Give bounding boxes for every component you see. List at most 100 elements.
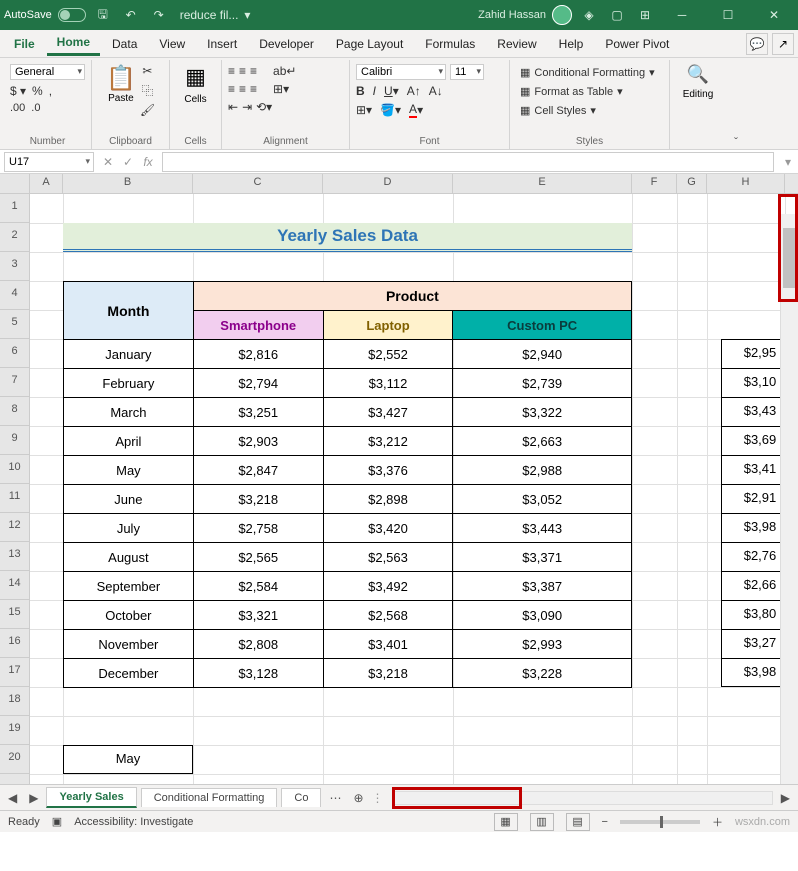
data-cell[interactable]: $2,563 (323, 543, 453, 572)
zoom-in-icon[interactable]: ＋ (712, 814, 723, 830)
indent-right-icon[interactable]: ⇥ (242, 100, 252, 114)
paste-icon[interactable]: 📋 (106, 64, 136, 93)
menu-view[interactable]: View (149, 33, 195, 55)
horizontal-scrollbar[interactable] (392, 791, 773, 805)
sheet-title[interactable]: Yearly Sales Data (63, 223, 632, 252)
col-header-B[interactable]: B (63, 174, 193, 193)
row-header-16[interactable]: 16 (0, 629, 29, 658)
row-header-11[interactable]: 11 (0, 484, 29, 513)
data-cell[interactable]: $3,228 (453, 659, 632, 688)
laptop-header[interactable]: Laptop (323, 311, 453, 340)
cells-label[interactable]: Cells (184, 94, 206, 105)
enter-formula-icon[interactable]: ✓ (118, 152, 138, 172)
smartphone-header[interactable]: Smartphone (193, 311, 323, 340)
currency-icon[interactable]: $ ▾ (10, 84, 26, 98)
save-icon[interactable]: 🖫 (92, 4, 114, 26)
row-header-4[interactable]: 4 (0, 281, 29, 310)
share-icon[interactable]: ↗ (772, 33, 794, 55)
tab-nav-next[interactable]: ▶ (25, 791, 42, 805)
paste-label[interactable]: Paste (108, 93, 134, 104)
month-cell[interactable]: September (64, 572, 194, 601)
status-rec-icon[interactable]: ▣ (52, 815, 62, 828)
data-cell[interactable]: $2,993 (453, 630, 632, 659)
cell-styles-button[interactable]: ▦Cell Styles ▾ (516, 102, 663, 119)
data-cell[interactable]: $2,584 (193, 572, 323, 601)
tab-nav-prev[interactable]: ◀ (4, 791, 21, 805)
data-cell[interactable]: $2,847 (193, 456, 323, 485)
data-cell[interactable]: $3,128 (193, 659, 323, 688)
redo-icon[interactable]: ↷ (148, 4, 170, 26)
tab-partial[interactable]: Co (281, 788, 321, 807)
data-cell[interactable]: $3,420 (323, 514, 453, 543)
new-sheet-icon[interactable]: ⊕ (349, 791, 367, 805)
month-cell[interactable]: May (64, 456, 194, 485)
underline-icon[interactable]: U▾ (384, 84, 399, 98)
user-name[interactable]: Zahid Hassan (478, 9, 546, 21)
orientation-icon[interactable]: ⟲▾ (256, 100, 272, 114)
collapse-ribbon-icon[interactable]: ˇ (726, 60, 746, 149)
month-cell[interactable]: December (64, 659, 194, 688)
format-painter-icon[interactable]: 🖌 (140, 103, 155, 117)
row-header-12[interactable]: 12 (0, 513, 29, 542)
data-cell[interactable]: $2,739 (453, 369, 632, 398)
avatar[interactable] (552, 5, 572, 25)
data-cell[interactable]: $3,321 (193, 601, 323, 630)
menu-home[interactable]: Home (47, 31, 100, 56)
data-cell[interactable]: $2,758 (193, 514, 323, 543)
view-pagebreak-icon[interactable]: ▤ (566, 813, 590, 831)
autosave-toggle[interactable] (58, 8, 86, 22)
row-header-19[interactable]: 19 (0, 716, 29, 745)
month-header[interactable]: Month (64, 282, 194, 340)
undo-icon[interactable]: ↶ (120, 4, 142, 26)
ribbon-mode-icon[interactable]: ⊞ (634, 4, 656, 26)
editing-icon[interactable]: 🔍 (687, 64, 709, 85)
decrease-font-icon[interactable]: A↓ (429, 84, 443, 98)
comments-icon[interactable]: 💬 (746, 33, 768, 55)
wrap-text-icon[interactable]: ab↵ (273, 64, 296, 78)
data-cell[interactable]: $2,988 (453, 456, 632, 485)
month-cell[interactable]: January (64, 340, 194, 369)
maximize-button[interactable]: ☐ (708, 0, 748, 30)
select-all-corner[interactable] (0, 174, 30, 193)
zoom-out-icon[interactable]: − (602, 816, 608, 828)
cells-area[interactable]: Yearly Sales Data Month Product Smartpho… (30, 194, 798, 784)
merge-icon[interactable]: ⊞▾ (273, 82, 289, 96)
data-cell[interactable]: $2,940 (453, 340, 632, 369)
minimize-button[interactable]: ─ (662, 0, 702, 30)
data-cell[interactable]: $2,903 (193, 427, 323, 456)
cells-icon[interactable]: ▦ (185, 64, 206, 90)
comma-icon[interactable]: , (49, 84, 52, 98)
copy-icon[interactable]: ⿻ (140, 82, 155, 99)
row-header-17[interactable]: 17 (0, 658, 29, 687)
status-accessibility[interactable]: Accessibility: Investigate (74, 816, 193, 828)
data-cell[interactable]: $3,492 (323, 572, 453, 601)
menu-formulas[interactable]: Formulas (415, 33, 485, 55)
diamond-icon[interactable]: ◈ (578, 4, 600, 26)
align-center-icon[interactable]: ≡ (239, 82, 246, 96)
cancel-formula-icon[interactable]: ✕ (98, 152, 118, 172)
data-cell[interactable]: $3,371 (453, 543, 632, 572)
format-as-table-button[interactable]: ▦Format as Table ▾ (516, 83, 663, 100)
menu-powerpivot[interactable]: Power Pivot (595, 33, 679, 55)
month-cell[interactable]: April (64, 427, 194, 456)
tab-yearly-sales[interactable]: Yearly Sales (46, 787, 136, 808)
tab-conditional-formatting[interactable]: Conditional Formatting (141, 788, 278, 807)
data-cell[interactable]: $2,808 (193, 630, 323, 659)
month-cell[interactable]: February (64, 369, 194, 398)
data-cell[interactable]: $3,251 (193, 398, 323, 427)
data-cell[interactable]: $3,218 (323, 659, 453, 688)
vscroll-thumb[interactable] (783, 228, 796, 288)
filename[interactable]: reduce fil... (180, 8, 239, 22)
increase-font-icon[interactable]: A↑ (407, 84, 421, 98)
row-header-14[interactable]: 14 (0, 571, 29, 600)
fill-color-icon[interactable]: 🪣▾ (380, 102, 401, 118)
font-size-select[interactable]: 11 (450, 64, 484, 80)
menu-help[interactable]: Help (549, 33, 594, 55)
tab-more-icon[interactable]: ⋯ (325, 791, 345, 805)
increase-decimal-icon[interactable]: .00 (10, 102, 25, 114)
data-cell[interactable]: $3,427 (323, 398, 453, 427)
row-header-8[interactable]: 8 (0, 397, 29, 426)
name-box[interactable]: U17 (4, 152, 94, 172)
data-cell[interactable]: $2,552 (323, 340, 453, 369)
data-cell[interactable]: $3,387 (453, 572, 632, 601)
